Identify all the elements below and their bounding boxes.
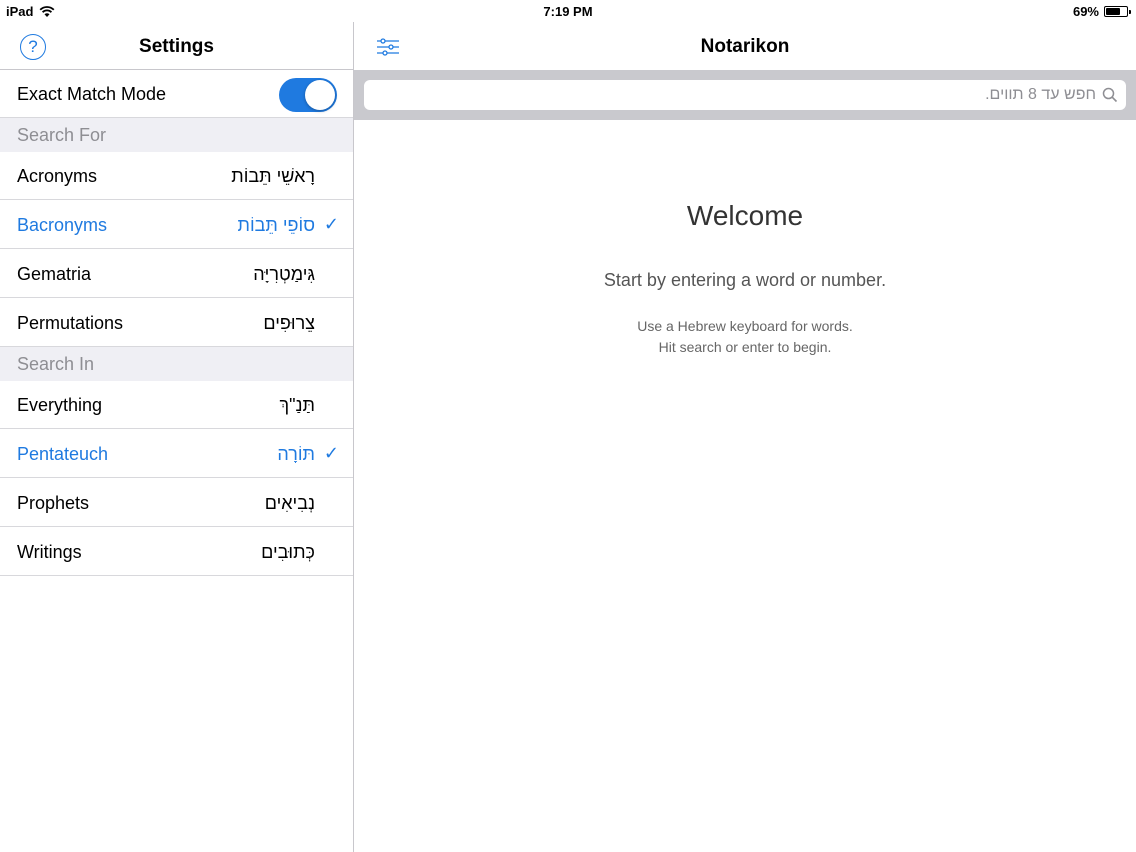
item-hebrew: תּוֹרָה	[277, 444, 315, 464]
search-for-item-acronyms[interactable]: Acronyms רָאשֵׁי תֵּבוֹת	[0, 152, 353, 200]
item-label: Bacronyms	[17, 215, 108, 235]
item-label: Pentateuch	[17, 444, 109, 464]
item-hebrew: גִּימַטְרִיָּה	[253, 264, 315, 284]
hint-line-2: Hit search or enter to begin.	[658, 339, 832, 355]
search-for-item-gematria[interactable]: Gematria גִּימַטְרִיָּה	[0, 250, 353, 298]
battery-icon	[1104, 6, 1131, 17]
status-time: 7:19 PM	[543, 4, 593, 19]
welcome-heading: Welcome	[686, 200, 804, 231]
search-in-item-writings[interactable]: Writings כְּתוּבִים	[0, 528, 353, 576]
search-input[interactable]: חפש עד 8 תווים.	[364, 80, 1126, 110]
item-label: Everything	[17, 395, 103, 415]
item-label: Writings	[17, 542, 82, 562]
item-hebrew: סוֹפֵי תֵּבוֹת	[237, 215, 315, 235]
exact-match-row: Exact Match Mode	[0, 70, 353, 118]
item-hebrew: נְבִיאִים	[264, 493, 315, 513]
item-label: Acronyms	[17, 166, 98, 186]
item-hebrew: רָאשֵׁי תֵּבוֹת	[231, 166, 315, 186]
settings-title: Settings	[139, 36, 214, 57]
main-panel: Notarikon חפש עד 8 תווים. Welcome Start …	[354, 22, 1136, 852]
item-label: Gematria	[17, 264, 92, 284]
search-icon	[1102, 87, 1118, 103]
app-title: Notarikon	[700, 36, 790, 57]
toggle-knob	[305, 80, 335, 110]
hint-line-1: Use a Hebrew keyboard for words.	[637, 318, 853, 334]
search-in-item-prophets[interactable]: Prophets נְבִיאִים	[0, 479, 353, 527]
item-hebrew: תַּנַ"ךְ	[279, 395, 315, 415]
item-hebrew: כְּתוּבִים	[261, 542, 315, 562]
settings-panel: ? Settings Exact Match Mode Search For A…	[0, 22, 353, 852]
search-for-item-bacronyms[interactable]: Bacronyms סוֹפֵי תֵּבוֹת ✓	[0, 201, 353, 249]
main-nav-bar: Notarikon	[354, 22, 1136, 70]
search-bar: חפש עד 8 תווים.	[354, 70, 1136, 120]
settings-nav-bar: ? Settings	[0, 22, 353, 70]
battery-percent: 69%	[1072, 4, 1099, 19]
checkmark-icon: ✓	[323, 443, 339, 463]
exact-match-toggle[interactable]	[279, 78, 337, 112]
checkmark-icon: ✓	[323, 214, 339, 234]
item-hebrew: צֵרוּפִים	[263, 313, 315, 333]
search-placeholder: חפש עד 8 תווים.	[985, 86, 1096, 103]
search-in-item-everything[interactable]: Everything תַּנַ"ךְ	[0, 381, 353, 429]
start-message: Start by entering a word or number.	[603, 270, 887, 290]
exact-match-label: Exact Match Mode	[17, 84, 167, 104]
search-in-item-pentateuch[interactable]: Pentateuch תּוֹרָה ✓	[0, 430, 353, 478]
search-in-header-label: Search In	[17, 354, 95, 374]
item-label: Permutations	[17, 313, 124, 333]
item-label: Prophets	[17, 493, 90, 513]
search-for-header: Search For	[0, 118, 353, 152]
status-bar: iPad 7:19 PM 69%	[0, 0, 1136, 22]
search-for-header-label: Search For	[17, 125, 107, 145]
search-in-header: Search In	[0, 347, 353, 381]
search-for-item-permutations[interactable]: Permutations צֵרוּפִים	[0, 299, 353, 347]
